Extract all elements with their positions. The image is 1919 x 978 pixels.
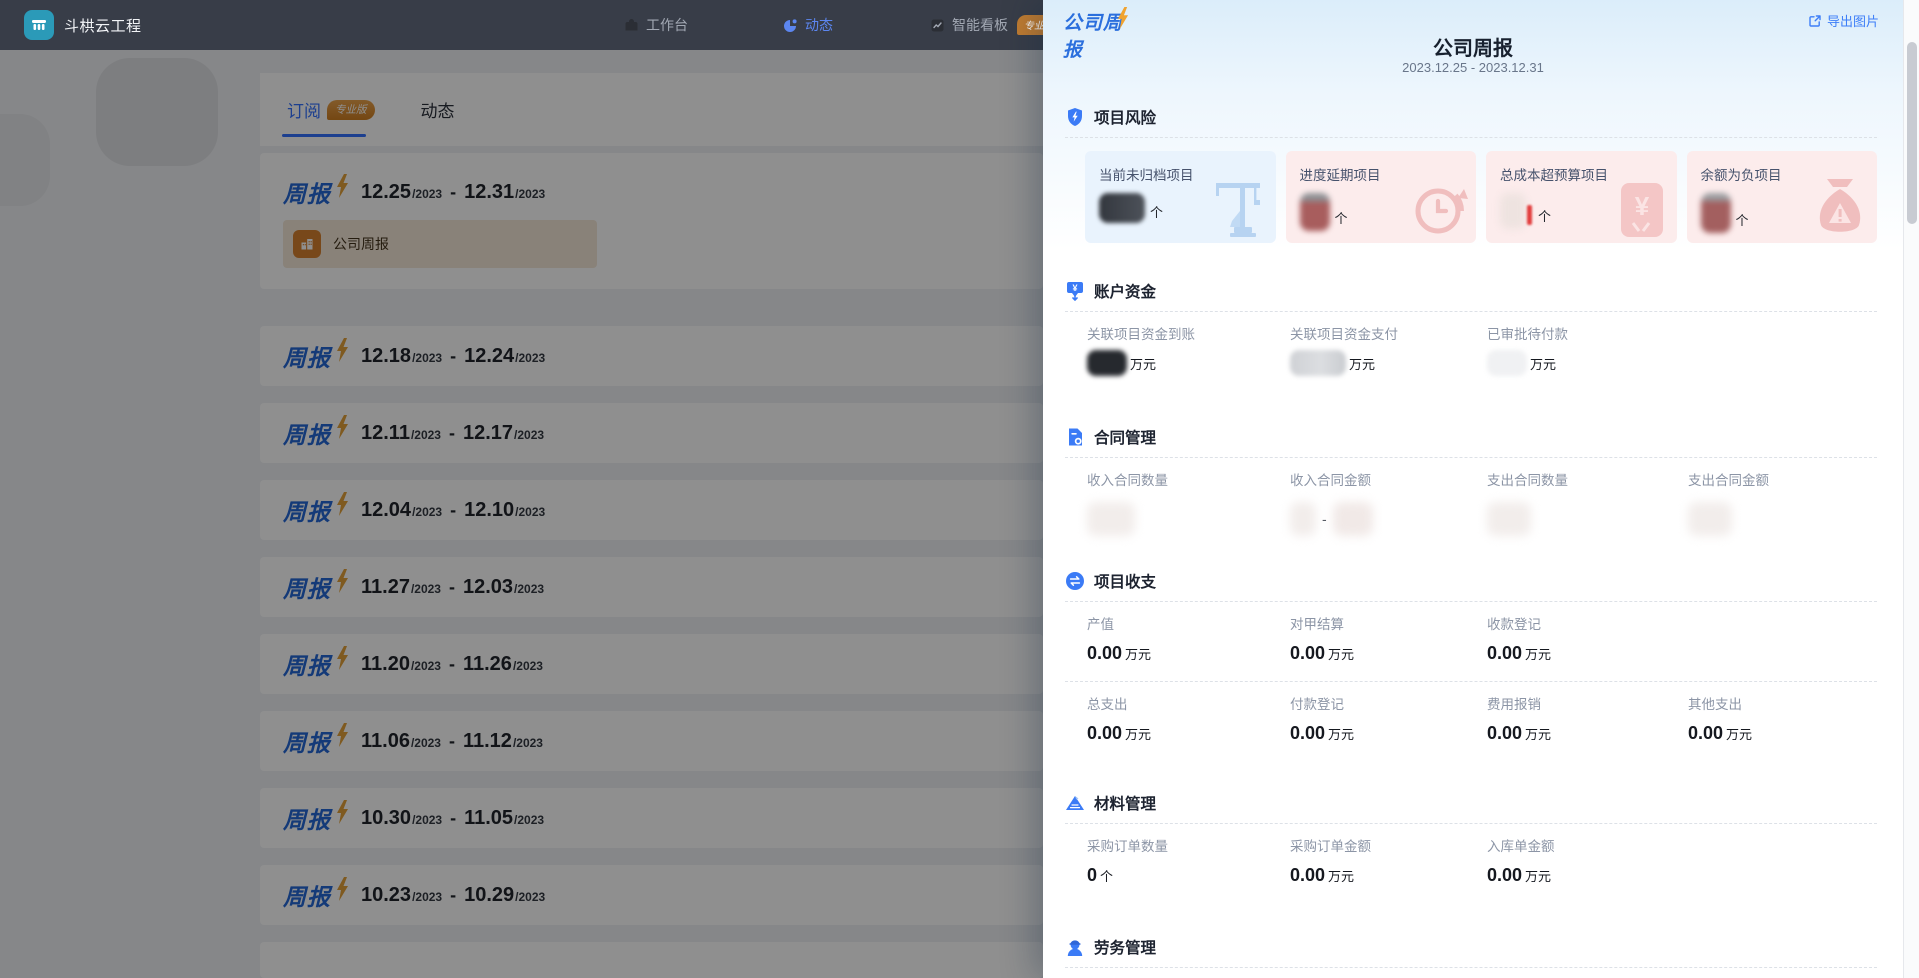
redacted-value — [1290, 350, 1346, 376]
section-materials: 材料管理 采购订单数量 0个 采购订单金额 0.00万元 入库单金额 0.00万… — [1065, 792, 1877, 887]
export-image-button[interactable]: 导出图片 — [1808, 11, 1879, 30]
stat-purchase-order-amount: 采购订单金额 0.00万元 — [1290, 838, 1487, 887]
dashboard-icon — [930, 18, 945, 33]
stat-expense-claim: 费用报销 0.00万元 — [1487, 696, 1688, 745]
redacted-value — [1487, 350, 1527, 376]
nav-item-feed[interactable]: 动态 — [783, 0, 833, 50]
redacted-value — [1087, 502, 1135, 536]
funds-icon: ¥ — [1065, 281, 1085, 301]
contract-icon — [1065, 427, 1085, 447]
svg-text:¥: ¥ — [1072, 283, 1077, 293]
nav-item-dashboard[interactable]: 智能看板 专业版 — [930, 0, 1061, 50]
worker-icon — [1065, 937, 1085, 957]
stat-funds-received: 关联项目资金到账 万元 — [1087, 326, 1290, 375]
stat-payment-register: 付款登记 0.00万元 — [1290, 696, 1487, 745]
section-project-risk: 项目风险 当前未归档项目 个 进度延期项目 个 总成本超预算项目 个 ¥ 余额为… — [1065, 106, 1877, 243]
shield-lightning-icon — [1065, 107, 1085, 127]
app-brand: 斗栱云工程 — [24, 10, 142, 40]
redacted-value — [1290, 502, 1316, 536]
redacted-value — [1688, 502, 1732, 536]
risk-card-delayed: 进度延期项目 个 — [1286, 151, 1477, 243]
dashed-divider — [1065, 311, 1877, 312]
dashed-divider — [1065, 681, 1877, 682]
redacted-value — [1099, 193, 1145, 223]
redacted-value — [1300, 193, 1330, 231]
lightning-icon — [1117, 7, 1129, 29]
stat-total-expense: 总支出 0.00万元 — [1087, 696, 1290, 745]
stat-inbound-amount: 入库单金额 0.00万元 — [1487, 838, 1688, 887]
drawer-date-range: 2023.12.25 - 2023.12.31 — [1043, 60, 1903, 75]
dashed-divider — [1065, 967, 1877, 968]
section-account-funds: ¥ 账户资金 关联项目资金到账 万元 关联项目资金支付 万元 已审批待付款 万元 — [1065, 280, 1877, 375]
redacted-value — [1487, 502, 1531, 536]
drawer-title: 公司周报 — [1043, 32, 1903, 61]
section-labor: 劳务管理 — [1065, 936, 1877, 968]
transfer-icon — [1065, 571, 1085, 591]
stat-expense-contract-count: 支出合同数量 — [1487, 472, 1688, 538]
feed-icon — [783, 18, 798, 33]
nav-item-workbench[interactable]: 工作台 — [624, 0, 688, 50]
dashed-divider — [1065, 823, 1877, 824]
risk-card-negative-balance: 余额为负项目 个 — [1687, 151, 1878, 243]
stat-approved-pending: 已审批待付款 万元 — [1487, 326, 1688, 375]
stat-purchase-order-count: 采购订单数量 0个 — [1087, 838, 1290, 887]
stat-income-contract-count: 收入合同数量 — [1087, 472, 1290, 538]
stat-funds-paid: 关联项目资金支付 万元 — [1290, 326, 1487, 375]
redacted-value — [1701, 193, 1731, 233]
redacted-value — [1500, 193, 1526, 229]
stat-owner-settlement: 对甲结算 0.00万元 — [1290, 616, 1487, 665]
stat-other-expense: 其他支出 0.00万元 — [1688, 696, 1877, 745]
stat-expense-contract-amount: 支出合同金额 — [1688, 472, 1877, 538]
section-contracts: 合同管理 收入合同数量 收入合同金额 - 支出合同数量 支出合同金额 — [1065, 426, 1877, 538]
risk-card-unarchived: 当前未归档项目 个 — [1085, 151, 1276, 243]
material-pile-icon — [1065, 793, 1085, 813]
app-title: 斗栱云工程 — [64, 15, 142, 36]
company-report-drawer: 公司周报 导出图片 公司周报 2023.12.25 - 2023.12.31 项… — [1043, 0, 1903, 978]
dim-overlay[interactable] — [0, 50, 1043, 978]
dougong-logo-icon — [24, 10, 54, 40]
workbench-icon — [624, 18, 639, 33]
stat-output-value: 产值 0.00万元 — [1087, 616, 1290, 665]
external-link-icon — [1808, 14, 1822, 28]
section-income-expense: 项目收支 产值 0.00万元 对甲结算 0.00万元 收款登记 0.00万元 总… — [1065, 570, 1877, 745]
stat-income-contract-amount: 收入合同金额 - — [1290, 472, 1487, 538]
stat-receipt-register: 收款登记 0.00万元 — [1487, 616, 1688, 665]
dashed-divider — [1065, 601, 1877, 602]
redacted-value — [1333, 502, 1373, 536]
redacted-value — [1087, 350, 1127, 376]
redacted-value — [1527, 205, 1532, 225]
drawer-scrollbar[interactable] — [1903, 0, 1919, 978]
risk-card-over-budget: 总成本超预算项目 个 ¥ — [1486, 151, 1677, 243]
dashed-divider — [1065, 457, 1877, 458]
scrollbar-thumb[interactable] — [1907, 42, 1917, 224]
dashed-divider — [1065, 137, 1877, 138]
